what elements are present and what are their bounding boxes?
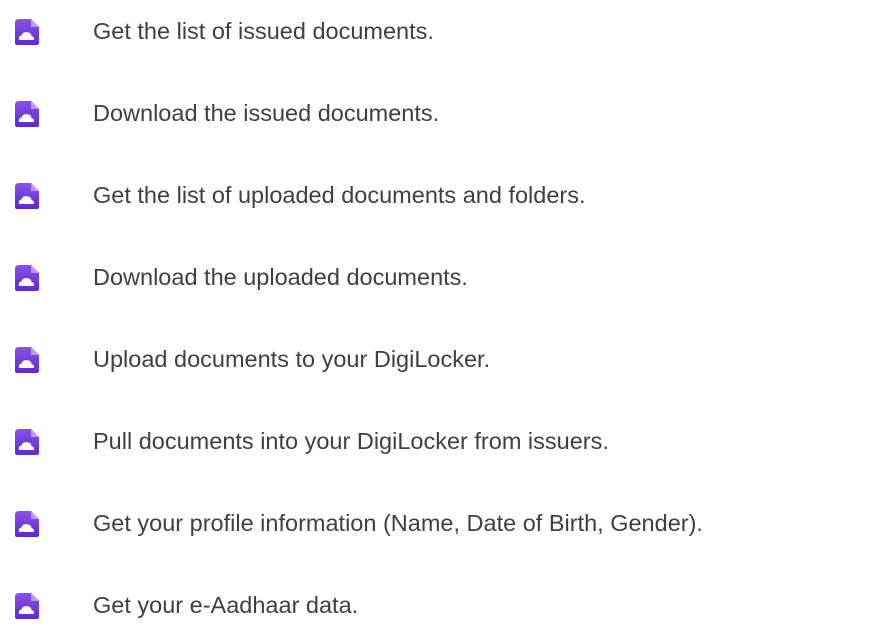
permission-label: Get the list of uploaded documents and f… — [93, 182, 586, 208]
permission-label: Pull documents into your DigiLocker from… — [93, 428, 609, 454]
cloud-document-icon — [12, 507, 42, 541]
list-item: Download the issued documents. — [0, 97, 875, 157]
list-item: Get your e-Aadhaar data. — [0, 589, 875, 629]
list-item: Get your profile information (Name, Date… — [0, 507, 875, 567]
list-item: Get the list of issued documents. — [0, 15, 875, 75]
permission-label: Get your profile information (Name, Date… — [93, 510, 703, 536]
list-item: Pull documents into your DigiLocker from… — [0, 425, 875, 485]
list-item: Upload documents to your DigiLocker. — [0, 343, 875, 403]
permission-label: Get your e-Aadhaar data. — [93, 592, 359, 618]
cloud-document-icon — [12, 425, 42, 459]
cloud-document-icon — [12, 15, 42, 49]
cloud-document-icon — [12, 589, 42, 623]
cloud-document-icon — [12, 97, 42, 131]
permission-label: Get the list of issued documents. — [93, 18, 434, 44]
cloud-document-icon — [12, 261, 42, 295]
list-item: Get the list of uploaded documents and f… — [0, 179, 875, 239]
permission-label: Download the uploaded documents. — [93, 264, 468, 290]
cloud-document-icon — [12, 179, 42, 213]
permission-label: Upload documents to your DigiLocker. — [93, 346, 491, 372]
cloud-document-icon — [12, 343, 42, 377]
permission-label: Download the issued documents. — [93, 100, 440, 126]
list-item: Download the uploaded documents. — [0, 261, 875, 321]
